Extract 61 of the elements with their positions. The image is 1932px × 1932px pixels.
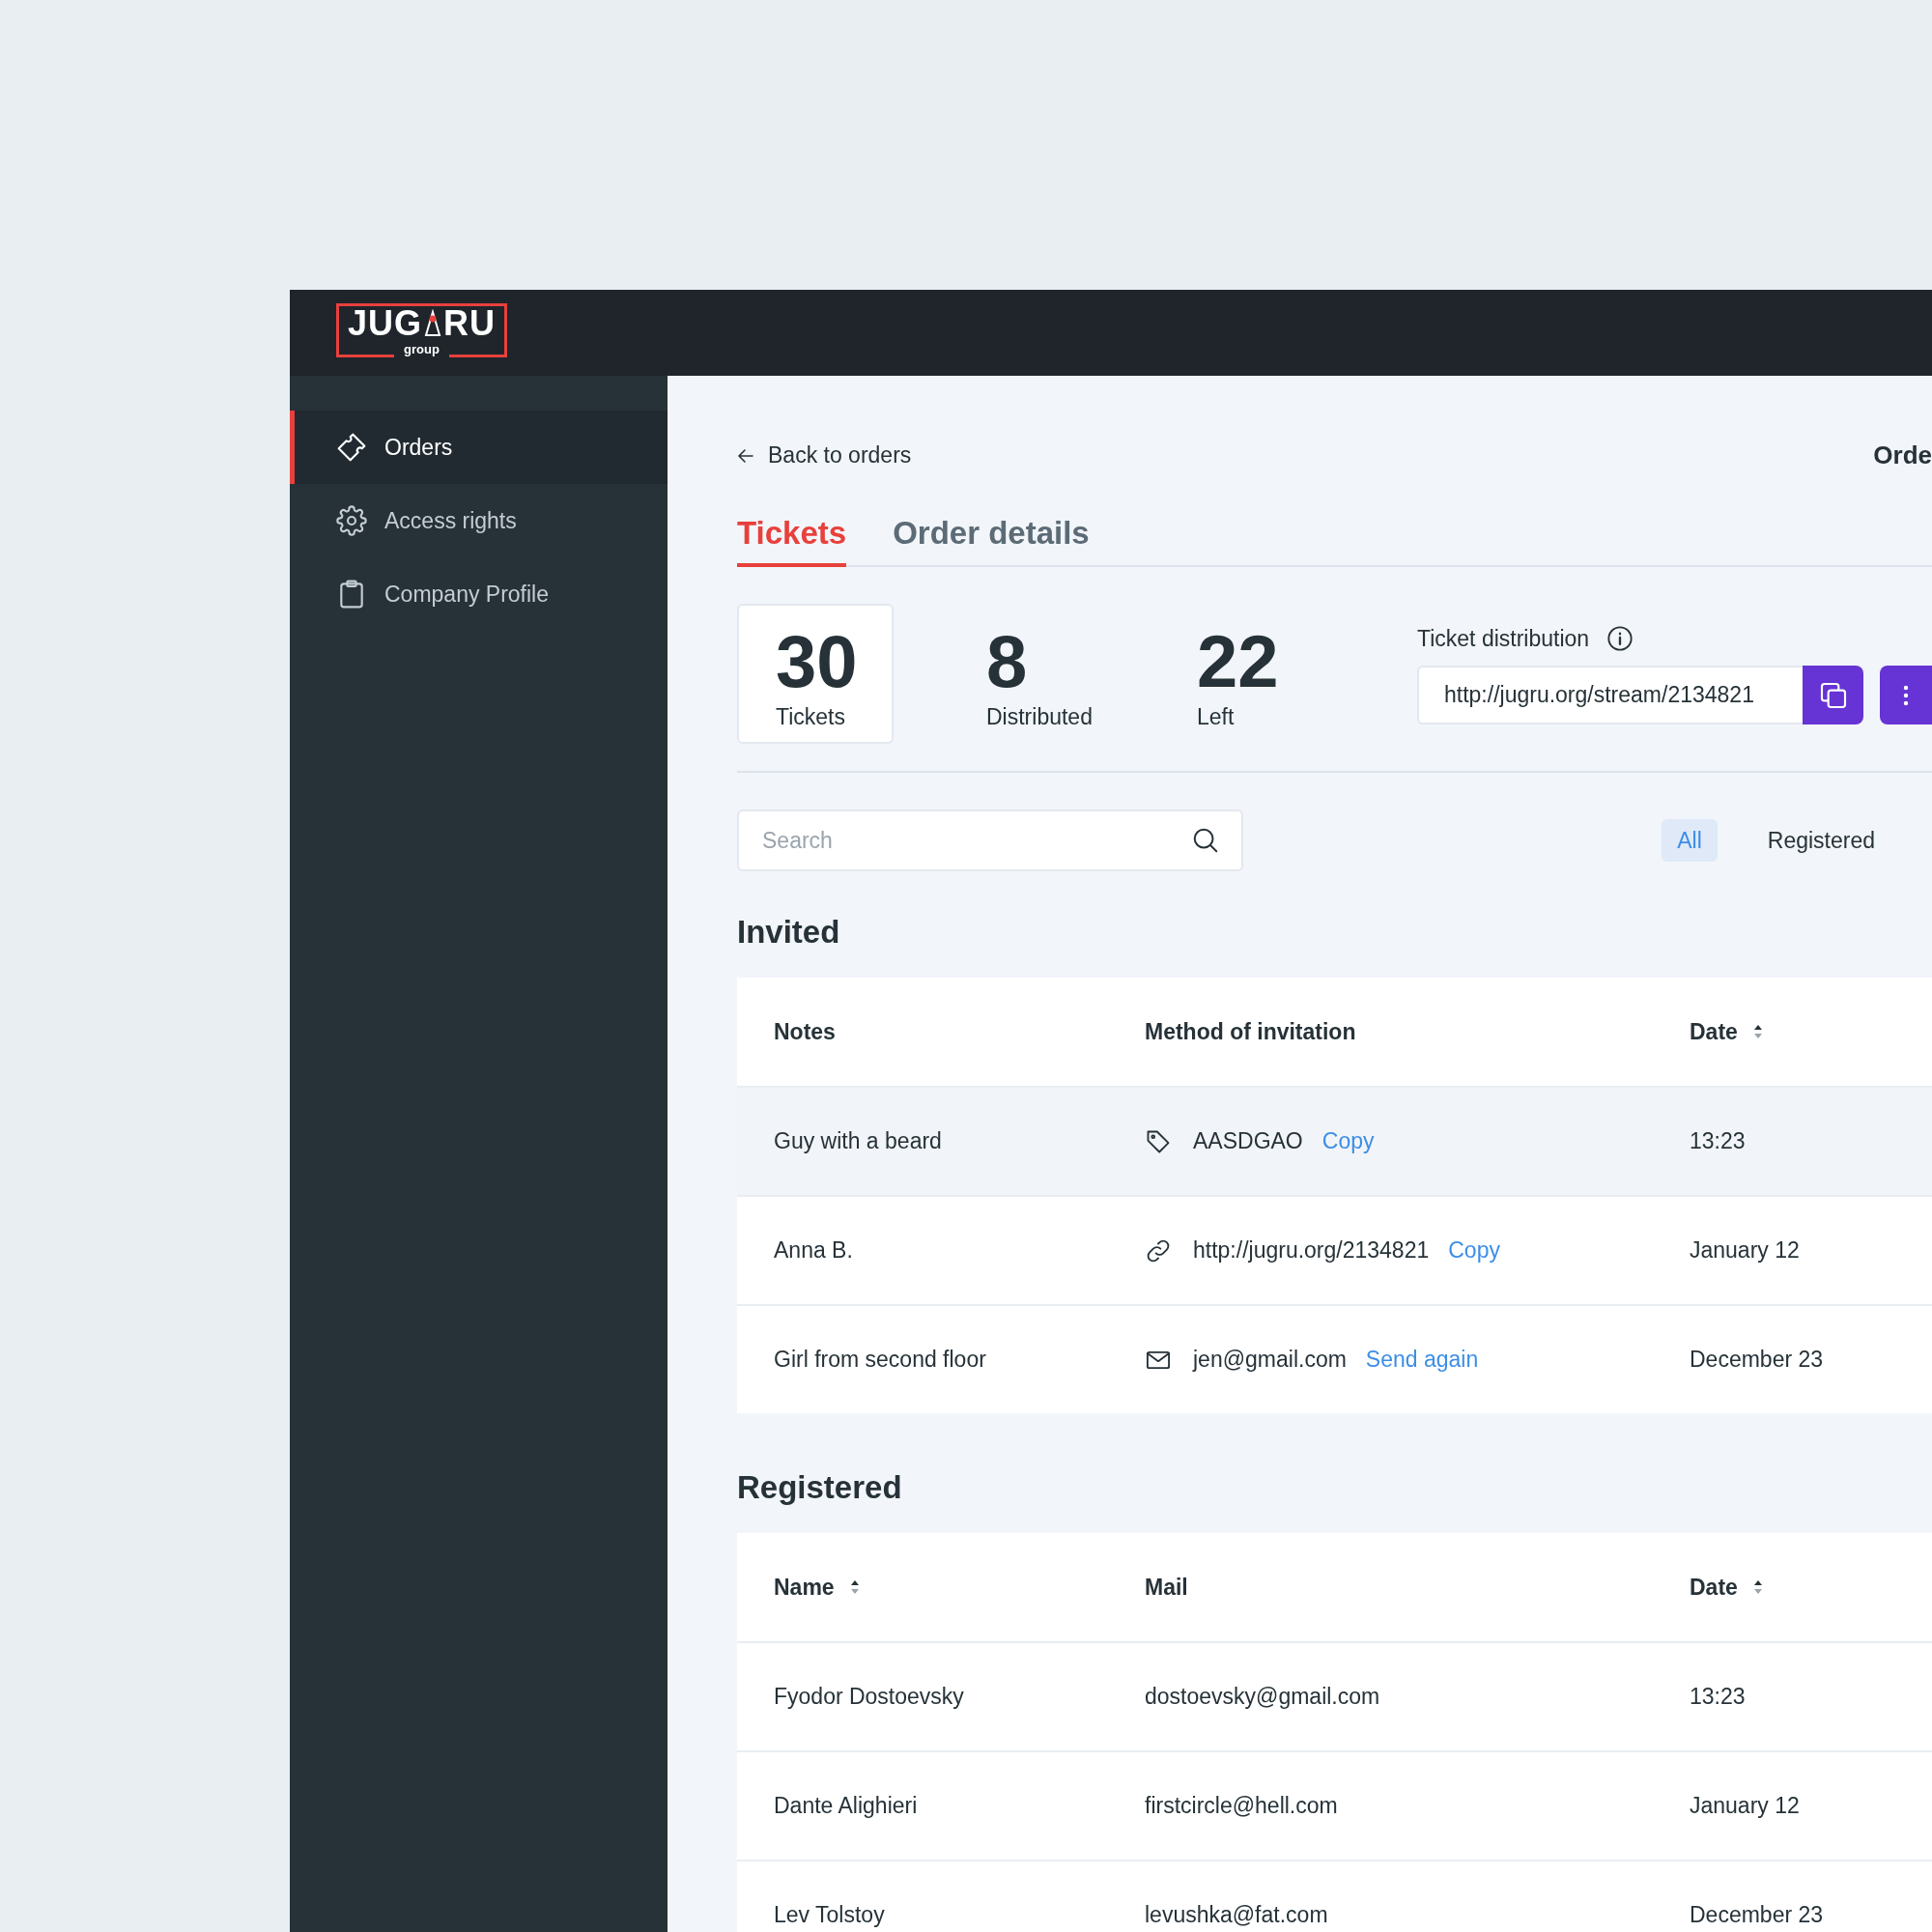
table-cell-text: January 12: [1690, 1793, 1801, 1819]
stat-card[interactable]: 30 Tickets: [737, 604, 894, 744]
stat-label: Tickets: [776, 704, 846, 730]
table-cell: jen@gmail.com: [1193, 1347, 1347, 1373]
column-header: Notes: [774, 1018, 836, 1045]
table-cell-text: Anna B.: [774, 1237, 854, 1264]
stat-card[interactable]: 8 Distributed: [948, 604, 1104, 744]
stat-value: 8: [986, 623, 1029, 700]
stat-value: 22: [1197, 623, 1280, 700]
table-row[interactable]: Guy with a beard AASDGAO Copy 13:23: [737, 1086, 1932, 1195]
stat-value: 30: [776, 623, 859, 700]
column-header: Mail: [1145, 1574, 1188, 1601]
sidebar-item[interactable]: Orders: [290, 411, 668, 484]
logo: JUG RU group: [336, 302, 507, 357]
table-cell: AASDGAO: [1193, 1128, 1303, 1154]
table-cell-text: firstcircle@hell.com: [1145, 1793, 1339, 1819]
search-icon: [1191, 826, 1220, 855]
table-cell-text: January 12: [1690, 1237, 1801, 1264]
column-header[interactable]: Name: [774, 1574, 835, 1601]
ticket-icon: [336, 432, 367, 463]
tab[interactable]: Order details: [893, 515, 1090, 567]
copy-button[interactable]: [1803, 666, 1863, 724]
url-field[interactable]: http://jugru.org/stream/2134821: [1417, 666, 1803, 724]
stat-label: Left: [1197, 704, 1236, 730]
column-header[interactable]: Date: [1690, 1018, 1738, 1045]
table-cell-text: December 23: [1690, 1902, 1825, 1928]
column-header: Method of invitation: [1145, 1018, 1356, 1045]
section-title: Invited: [737, 914, 841, 951]
table-cell-text: 13:23: [1690, 1684, 1747, 1710]
table-cell-text: levushka@fat.com: [1145, 1902, 1329, 1928]
field-label: Ticket distribution: [1417, 625, 1590, 652]
table-cell-text: Girl from second floor: [774, 1347, 987, 1373]
table-cell-text: dostoevsky@gmail.com: [1145, 1684, 1381, 1710]
table-cell-text: Lev Tolstoy: [774, 1902, 886, 1928]
info-icon[interactable]: [1606, 625, 1634, 652]
sort-icon[interactable]: [1752, 1023, 1763, 1040]
more-button[interactable]: [1880, 666, 1932, 724]
settings-icon: [336, 505, 367, 536]
arrow-left-icon: [737, 447, 754, 464]
sort-icon[interactable]: [1752, 1578, 1763, 1596]
sidebar-item[interactable]: Access rights: [290, 484, 668, 557]
table-cell-text: December 23: [1690, 1347, 1825, 1373]
sort-icon[interactable]: [849, 1578, 860, 1596]
stat-card[interactable]: 22 Left: [1158, 604, 1315, 744]
table-cell-text: 13:23: [1690, 1128, 1747, 1154]
table-cell-text: Fyodor Dostoevsky: [774, 1684, 965, 1710]
sidebar-item[interactable]: Company Profile: [290, 557, 668, 631]
stat-label: Distributed: [986, 704, 1094, 730]
back-link[interactable]: Back to orders: [737, 442, 912, 469]
search-field[interactable]: Search: [737, 810, 1243, 871]
filter-button[interactable]: Registered: [1751, 819, 1890, 862]
mascot-icon: [424, 308, 441, 338]
more-icon: [1903, 683, 1909, 707]
table-row[interactable]: Girl from second floor jen@gmail.com Send again December 23: [737, 1304, 1932, 1413]
section-title: Registered: [737, 1469, 903, 1506]
table-cell-text: Guy with a beard: [774, 1128, 943, 1154]
table-cell-text: Dante Alighieri: [774, 1793, 919, 1819]
column-header[interactable]: Date: [1690, 1574, 1738, 1601]
page-title: Orde: [1873, 440, 1932, 470]
tab[interactable]: Tickets: [737, 515, 847, 567]
table-cell: http://jugru.org/2134821: [1193, 1237, 1430, 1264]
